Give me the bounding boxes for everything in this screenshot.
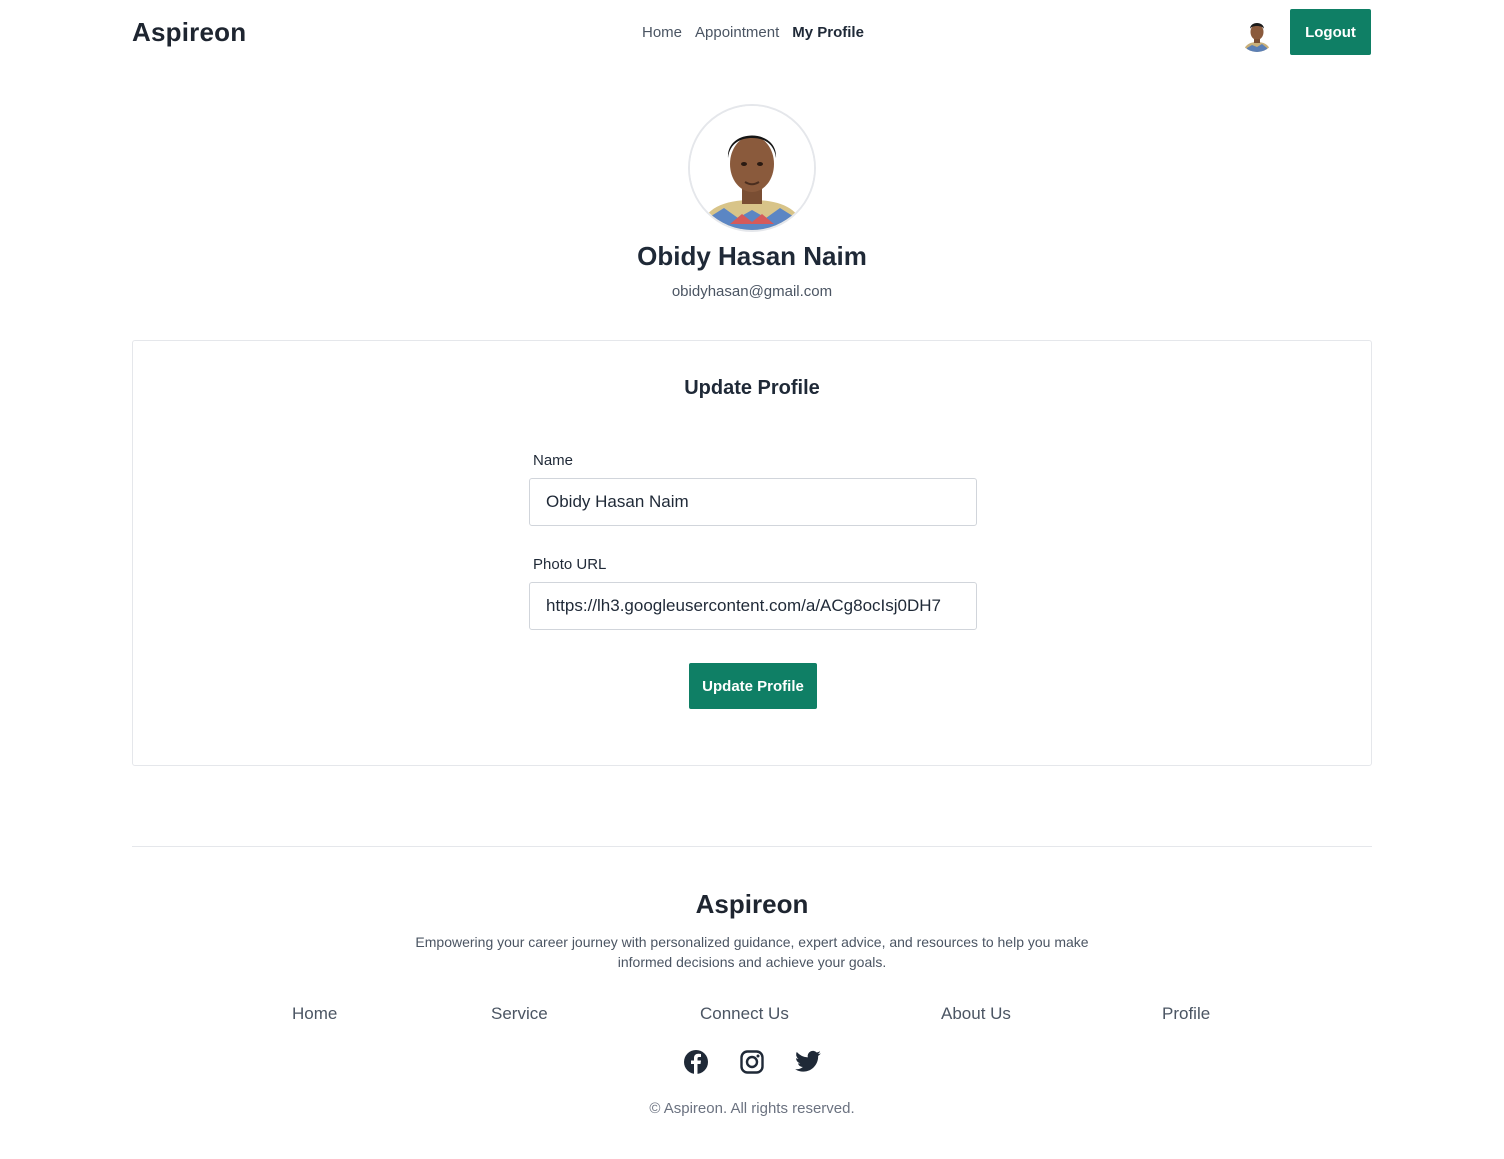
update-profile-button[interactable]: Update Profile [689,663,817,709]
copyright-text: © Aspireon. All rights reserved. [649,1100,855,1117]
profile-photo-image [690,106,814,230]
footer-description: Empowering your career journey with pers… [415,934,1089,970]
photo-url-input[interactable] [529,582,977,630]
user-avatar-image [1238,14,1276,52]
profile-name: Obidy Hasan Naim [637,241,867,271]
footer-brand: Aspireon [695,889,809,919]
footer-link-home[interactable]: Home [292,1004,337,1024]
nav-link-home[interactable]: Home [642,24,682,41]
profile-photo [688,104,816,232]
footer-link-connect-us[interactable]: Connect Us [700,1004,789,1024]
footer-link-about-us[interactable]: About Us [941,1004,1011,1024]
user-avatar[interactable] [1238,14,1276,52]
update-profile-card: Update Profile Name Photo URL Update Pro… [132,340,1372,766]
footer-link-service[interactable]: Service [491,1004,548,1024]
name-label: Name [533,452,574,469]
brand-logo[interactable]: Aspireon [132,17,246,48]
nav-link-appointment[interactable]: Appointment [695,24,779,41]
nav-link-my-profile[interactable]: My Profile [792,24,864,41]
instagram-icon[interactable] [738,1048,766,1076]
facebook-icon[interactable] [682,1048,710,1076]
profile-email: obidyhasan@gmail.com [671,283,833,300]
update-profile-title: Update Profile [684,377,820,399]
logout-button[interactable]: Logout [1290,9,1371,55]
twitter-icon[interactable] [794,1048,822,1076]
main-nav: Home Appointment My Profile [642,24,864,41]
photo-url-label: Photo URL [533,556,607,573]
name-input[interactable] [529,478,977,526]
top-navbar: Aspireon Home Appointment My Profile Log… [0,0,1504,66]
footer-link-profile[interactable]: Profile [1162,1004,1210,1024]
footer-divider [132,846,1372,847]
